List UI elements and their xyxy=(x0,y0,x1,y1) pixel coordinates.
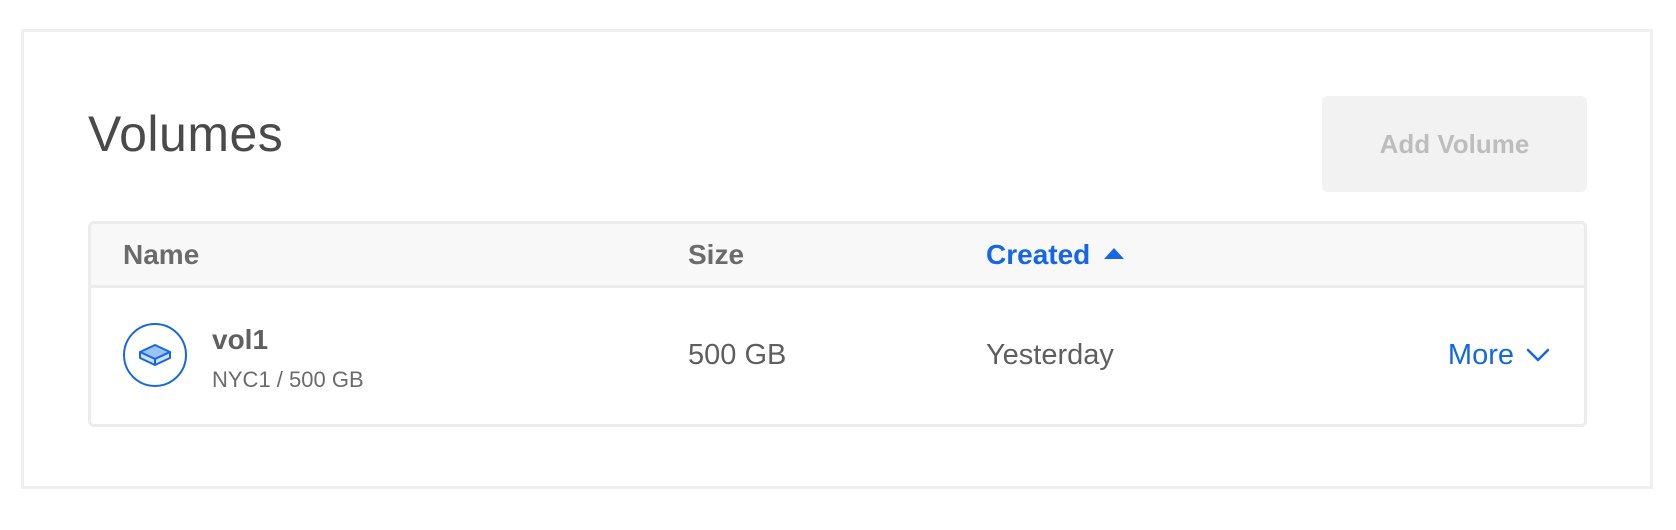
sort-up-icon xyxy=(1104,248,1125,259)
column-header-size[interactable]: Size xyxy=(688,224,744,285)
volume-icon xyxy=(123,323,187,387)
more-menu-label: More xyxy=(1447,339,1514,371)
table-header: Name Size Created xyxy=(91,224,1584,288)
volume-size: 500 GB xyxy=(688,339,787,371)
column-header-created-label: Created xyxy=(986,239,1091,270)
add-volume-button[interactable]: Add Volume xyxy=(1322,96,1587,192)
column-header-created[interactable]: Created xyxy=(986,224,1125,285)
column-header-name[interactable]: Name xyxy=(123,224,199,285)
volume-icon-glyph xyxy=(139,344,171,366)
volume-name[interactable]: vol1 xyxy=(212,323,268,357)
chevron-down-icon xyxy=(1526,348,1550,362)
table-row[interactable]: vol1 NYC1 / 500 GB 500 GB Yesterday More xyxy=(91,288,1584,424)
volume-created: Yesterday xyxy=(986,339,1114,371)
page-title: Volumes xyxy=(88,106,284,162)
more-menu-button[interactable]: More xyxy=(1448,338,1550,372)
volume-region-size: NYC1 / 500 GB xyxy=(212,367,364,392)
volumes-table: Name Size Created vol1 NYC1 / 500 GB 500… xyxy=(88,221,1587,427)
